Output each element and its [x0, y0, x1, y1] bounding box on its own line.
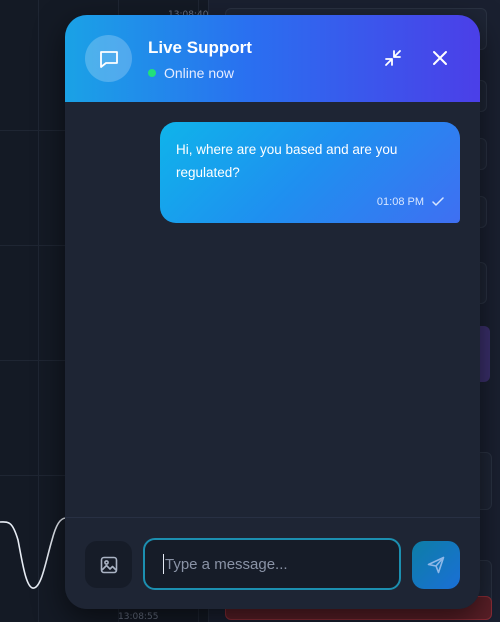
message-meta: 01:08 PM [377, 196, 444, 208]
status-text: Online now [164, 65, 235, 81]
close-button[interactable] [426, 44, 454, 72]
message-input[interactable] [143, 538, 401, 590]
chat-title: Live Support [148, 38, 252, 57]
check-icon [432, 197, 444, 206]
minimize-button[interactable] [379, 44, 407, 72]
composer [65, 517, 480, 609]
live-support-chat: Live Support Online now Hi, where are yo… [65, 15, 480, 609]
message-list: Hi, where are you based and are you regu… [65, 102, 480, 517]
send-icon [427, 556, 445, 574]
minimize-icon [385, 50, 401, 66]
chat-bubble-icon [85, 35, 132, 82]
message-text: Hi, where are you based and are you regu… [176, 142, 398, 180]
send-button[interactable] [412, 541, 460, 589]
image-icon [100, 556, 117, 573]
message-time: 01:08 PM [376, 196, 424, 208]
message-bubble: Hi, where are you based and are you regu… [160, 122, 460, 223]
attach-image-button[interactable] [85, 541, 132, 588]
status-indicator: Online now [148, 65, 234, 81]
chat-header: Live Support Online now [65, 15, 480, 102]
close-icon [433, 51, 447, 65]
text-cursor [163, 554, 164, 574]
online-dot [148, 69, 156, 77]
time-label: 13:08:55 [118, 612, 159, 622]
